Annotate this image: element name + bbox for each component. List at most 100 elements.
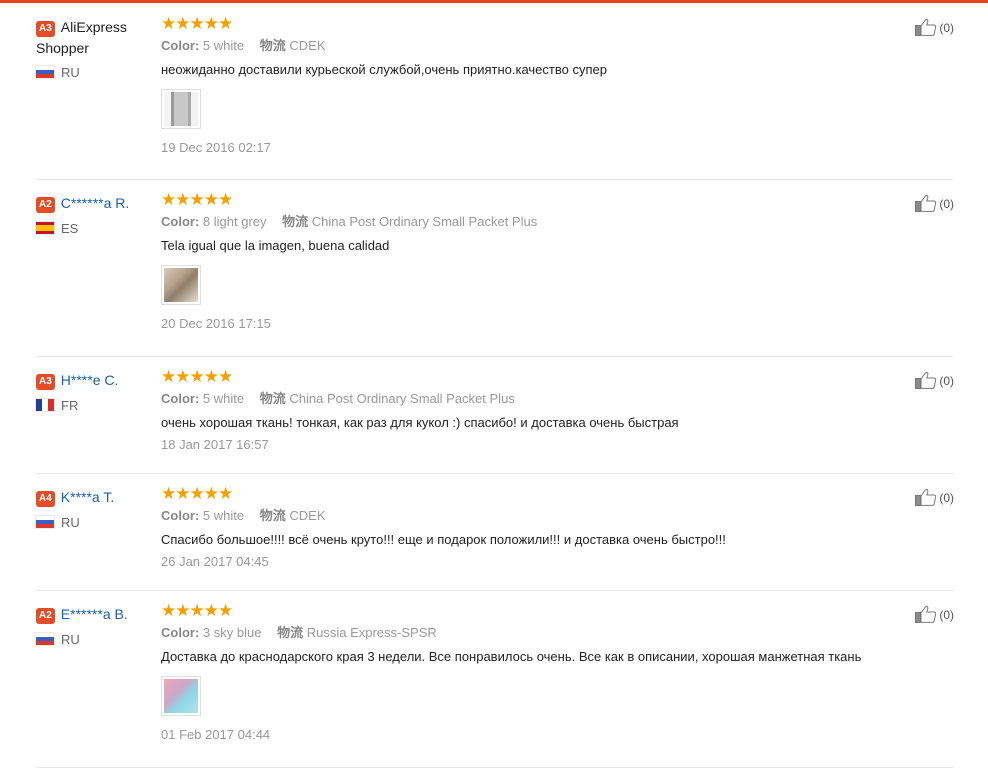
reviewer-info: A3 AliExpress Shopper RU [36,17,156,82]
review-meta: Color: 8 light grey 物流 China Post Ordina… [161,213,921,231]
russia-flag-icon [36,516,54,528]
color-value: 5 white [202,391,245,406]
helpful-button[interactable]: (0) [915,371,954,391]
logistics-label: 物流 [259,508,286,523]
reviewer-name-line2: Shopper [36,40,89,56]
logistics-value: CDEK [289,508,326,523]
logistics-value: China Post Ordinary Small Packet Plus [311,214,538,229]
logistics-value: China Post Ordinary Small Packet Plus [289,391,515,406]
review-text: очень хорошая ткань! тонкая, как раз для… [161,415,679,430]
buyer-level-badge: A3 [36,21,55,37]
review-photo [164,679,198,713]
review-photo [164,92,198,126]
helpful-count: (0) [939,197,954,211]
review-item: A4 K****a T. RU ★★★★★ Color: 5 white 物流 C… [36,474,954,591]
review-content: ★★★★★ Color: 8 light grey 物流 China Post … [161,190,921,333]
review-meta: Color: 3 sky blue 物流 Russia Express-SPSR [161,624,921,642]
star-rating: ★★★★★ [161,601,233,620]
star-rating: ★★★★★ [161,190,233,209]
review-list: A3 AliExpress Shopper RU ★★★★★ Color: 5 w… [36,4,954,768]
review-item: A3 AliExpress Shopper RU ★★★★★ Color: 5 w… [36,4,954,180]
color-label: Color: [161,508,200,523]
thumbs-up-icon [915,605,937,623]
france-flag-icon [36,399,54,411]
review-date: 18 Jan 2017 16:57 [161,437,269,452]
country-code: RU [61,632,80,647]
helpful-count: (0) [939,374,954,388]
helpful-button[interactable]: (0) [915,18,954,38]
reviewer-info: A2 C******a R. ES [36,193,156,238]
country-code: FR [61,398,79,413]
reviewer-country: ES [36,220,156,238]
review-date: 19 Dec 2016 02:17 [161,140,271,155]
helpful-count: (0) [939,21,954,35]
buyer-level-badge: A3 [36,374,55,390]
thumbs-up-icon [915,488,937,506]
helpful-count: (0) [939,608,954,622]
review-meta: Color: 5 white 物流 China Post Ordinary Sm… [161,390,921,408]
reviewer-name: AliExpress [60,19,127,35]
russia-flag-icon [36,66,54,78]
logistics-label: 物流 [277,625,304,640]
review-date: 26 Jan 2017 04:45 [161,554,269,569]
buyer-level-badge: A2 [36,608,55,624]
helpful-button[interactable]: (0) [915,605,954,625]
review-photo-thumbnail[interactable] [161,89,201,129]
reviewer-country: RU [36,514,156,532]
color-label: Color: [161,391,200,406]
color-label: Color: [161,38,200,53]
spain-flag-icon [36,222,54,234]
review-meta: Color: 5 white 物流 CDEK [161,37,921,55]
buyer-level-badge: A2 [36,197,55,213]
review-date: 01 Feb 2017 04:44 [161,727,271,742]
review-photo-thumbnail[interactable] [161,676,201,716]
reviewer-name[interactable]: E******a B. [61,606,128,622]
review-text: Tela igual que la imagen, buena calidad [161,238,390,253]
star-rating: ★★★★★ [161,484,233,503]
review-content: ★★★★★ Color: 5 white 物流 CDEK неожиданно … [161,14,921,157]
review-photo-thumbnail[interactable] [161,265,201,305]
review-content: ★★★★★ Color: 5 white 物流 China Post Ordin… [161,367,921,454]
color-value: 8 light grey [202,214,267,229]
country-code: RU [61,515,80,530]
helpful-button[interactable]: (0) [915,194,954,214]
reviewer-country: RU [36,631,156,649]
star-rating: ★★★★★ [161,367,233,386]
reviewer-info: A3 H****e C. FR [36,370,156,415]
reviewer-name[interactable]: K****a T. [61,489,114,505]
reviewer-name[interactable]: H****e C. [61,372,119,388]
review-text: Доставка до краснодарского края 3 недели… [161,649,862,664]
logistics-label: 物流 [282,214,309,229]
review-content: ★★★★★ Color: 3 sky blue 物流 Russia Expres… [161,601,921,744]
reviewer-name[interactable]: C******a R. [61,195,129,211]
thumbs-up-icon [915,18,937,36]
logistics-value: CDEK [289,38,326,53]
logistics-label: 物流 [259,391,286,406]
review-text: Спасибо большое!!!! всё очень круто!!! е… [161,532,726,547]
helpful-button[interactable]: (0) [915,488,954,508]
thumbs-up-icon [915,371,937,389]
logistics-value: Russia Express-SPSR [306,625,437,640]
color-value: 5 white [202,38,245,53]
top-accent-bar [0,0,988,3]
star-rating: ★★★★★ [161,14,233,33]
color-label: Color: [161,214,200,229]
buyer-level-badge: A4 [36,491,55,507]
russia-flag-icon [36,633,54,645]
review-photo [164,268,198,302]
review-text: неожиданно доставили курьеской службой,о… [161,62,607,77]
review-date: 20 Dec 2016 17:15 [161,316,271,331]
review-item: A3 H****e C. FR ★★★★★ Color: 5 white 物流 C… [36,357,954,474]
color-value: 5 white [202,508,245,523]
color-label: Color: [161,625,200,640]
country-code: RU [61,65,80,80]
reviewer-country: RU [36,64,156,82]
review-item: A2 E******a B. RU ★★★★★ Color: 3 sky blue… [36,591,954,768]
review-content: ★★★★★ Color: 5 white 物流 CDEK Спасибо бол… [161,484,921,571]
logistics-label: 物流 [259,38,286,53]
country-code: ES [61,221,79,236]
reviewer-info: A2 E******a B. RU [36,604,156,649]
helpful-count: (0) [939,491,954,505]
reviewer-info: A4 K****a T. RU [36,487,156,532]
color-value: 3 sky blue [202,625,262,640]
